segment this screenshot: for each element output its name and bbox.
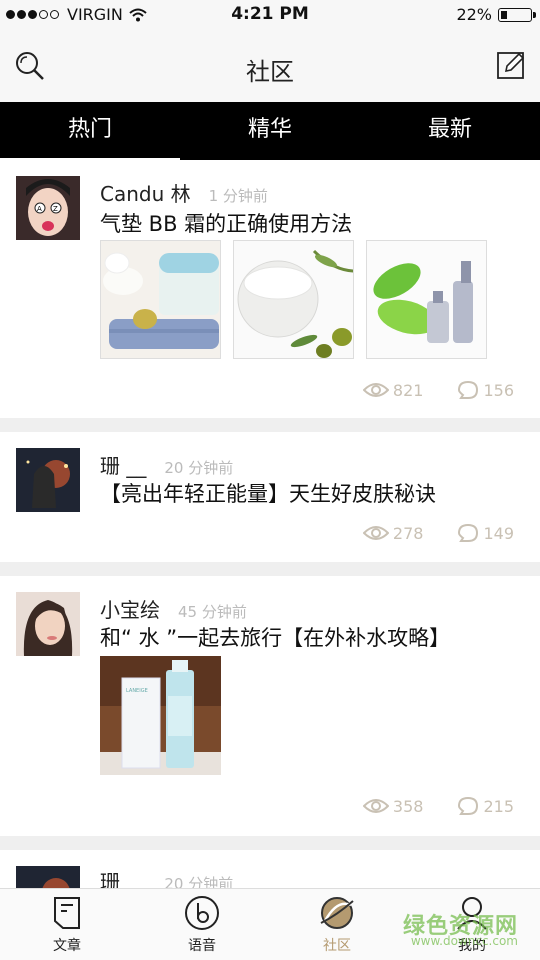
tab-featured[interactable]: 精华 [180, 102, 360, 160]
post-time: 1 分钟前 [208, 187, 268, 205]
svg-text:Z: Z [53, 205, 58, 213]
view-count: 821 [362, 380, 424, 400]
bottom-tab-label: 文章 [53, 938, 81, 954]
post-image[interactable]: LANEIGE [100, 656, 221, 775]
comment-icon [458, 523, 479, 542]
post-stats: 278 149 [329, 523, 514, 543]
post-author[interactable]: 珊 __ 20 分钟前 [100, 450, 233, 479]
avatar[interactable] [16, 448, 80, 512]
post-stats: 358 215 [329, 796, 514, 816]
post-image[interactable] [366, 240, 487, 359]
watermark-url: www.downcc.com [410, 934, 518, 948]
bottom-tab-label: 社区 [323, 938, 351, 954]
comment-count[interactable]: 215 [457, 796, 514, 816]
view-count-value: 821 [392, 380, 424, 400]
nav-bar: 社区 [0, 30, 540, 102]
tab-latest[interactable]: 最新 [360, 102, 540, 160]
post-item[interactable]: 小宝绘 45 分钟前 和“ 水 ”一起去旅行【在外补水攻略】 LANEIGE 3… [0, 576, 540, 836]
page-title: 社区 [246, 58, 294, 86]
comment-count[interactable]: 149 [457, 523, 514, 543]
author-name[interactable]: 珊 __ [100, 870, 146, 888]
view-count-value: 358 [392, 796, 424, 816]
compose-icon[interactable] [496, 50, 526, 80]
eye-icon [362, 383, 389, 397]
avatar[interactable] [16, 592, 80, 656]
post-feed[interactable]: A Z Candu 林 1 分钟前 气垫 BB 霜的正确使用方法 821 156 … [0, 160, 540, 888]
post-time: 45 分钟前 [178, 603, 247, 621]
comment-count-value: 215 [483, 796, 514, 816]
view-count: 278 [362, 523, 424, 543]
eye-icon [362, 526, 389, 540]
post-author[interactable]: Candu 林 1 分钟前 [100, 178, 268, 207]
post-title[interactable]: 【亮出年轻正能量】天生好皮肤秘诀 [100, 478, 436, 508]
post-item[interactable]: 珊 __ 20 分钟前 【亮出年轻正能量】天生好皮肤秘诀 278 149 [0, 432, 540, 562]
svg-text:LANEIGE: LANEIGE [126, 688, 148, 694]
comment-count-value: 156 [483, 380, 514, 400]
battery-group: 22% [456, 5, 536, 24]
post-images: LANEIGE [100, 656, 233, 775]
post-title[interactable]: 气垫 BB 霜的正确使用方法 [100, 208, 352, 238]
post-item[interactable]: 珊 __ 20 分钟前 [0, 850, 540, 888]
post-time: 20 分钟前 [164, 459, 234, 477]
bottom-tab-voice[interactable]: 语音 [162, 895, 242, 955]
bottom-tab-article[interactable]: 文章 [27, 895, 107, 955]
battery-percent: 22% [456, 5, 492, 24]
post-author[interactable]: 珊 __ 20 分钟前 [100, 866, 233, 888]
svg-text:A: A [37, 205, 42, 213]
post-time: 20 分钟前 [164, 875, 234, 888]
post-image[interactable] [233, 240, 354, 359]
comment-count-value: 149 [483, 523, 514, 543]
comment-icon [458, 380, 479, 399]
eye-icon [362, 799, 389, 813]
tab-hot[interactable]: 热门 [0, 102, 180, 161]
category-tabs: 热门 精华 最新 [0, 102, 540, 161]
post-author[interactable]: 小宝绘 45 分钟前 [100, 594, 247, 623]
author-name[interactable]: Candu 林 [100, 182, 191, 206]
comment-icon [458, 796, 479, 815]
avatar[interactable] [16, 866, 80, 888]
battery-icon [498, 7, 536, 22]
article-icon [54, 897, 80, 929]
post-stats: 821 156 [329, 380, 514, 400]
status-bar: VIRGIN 4:21 PM 22% [0, 0, 540, 30]
bottom-tab-community[interactable]: 社区 [297, 895, 377, 955]
post-images [100, 240, 499, 359]
comment-count[interactable]: 156 [457, 380, 514, 400]
voice-icon [185, 896, 219, 930]
author-name[interactable]: 珊 __ [100, 454, 146, 478]
post-title[interactable]: 和“ 水 ”一起去旅行【在外补水攻略】 [100, 622, 450, 652]
author-name[interactable]: 小宝绘 [100, 598, 160, 622]
community-icon [320, 897, 354, 929]
bottom-tab-label: 语音 [188, 938, 216, 954]
view-count-value: 278 [392, 523, 424, 543]
view-count: 358 [362, 796, 424, 816]
post-image[interactable] [100, 240, 221, 359]
avatar[interactable]: A Z [16, 176, 80, 240]
post-item[interactable]: A Z Candu 林 1 分钟前 气垫 BB 霜的正确使用方法 821 156 [0, 160, 540, 418]
